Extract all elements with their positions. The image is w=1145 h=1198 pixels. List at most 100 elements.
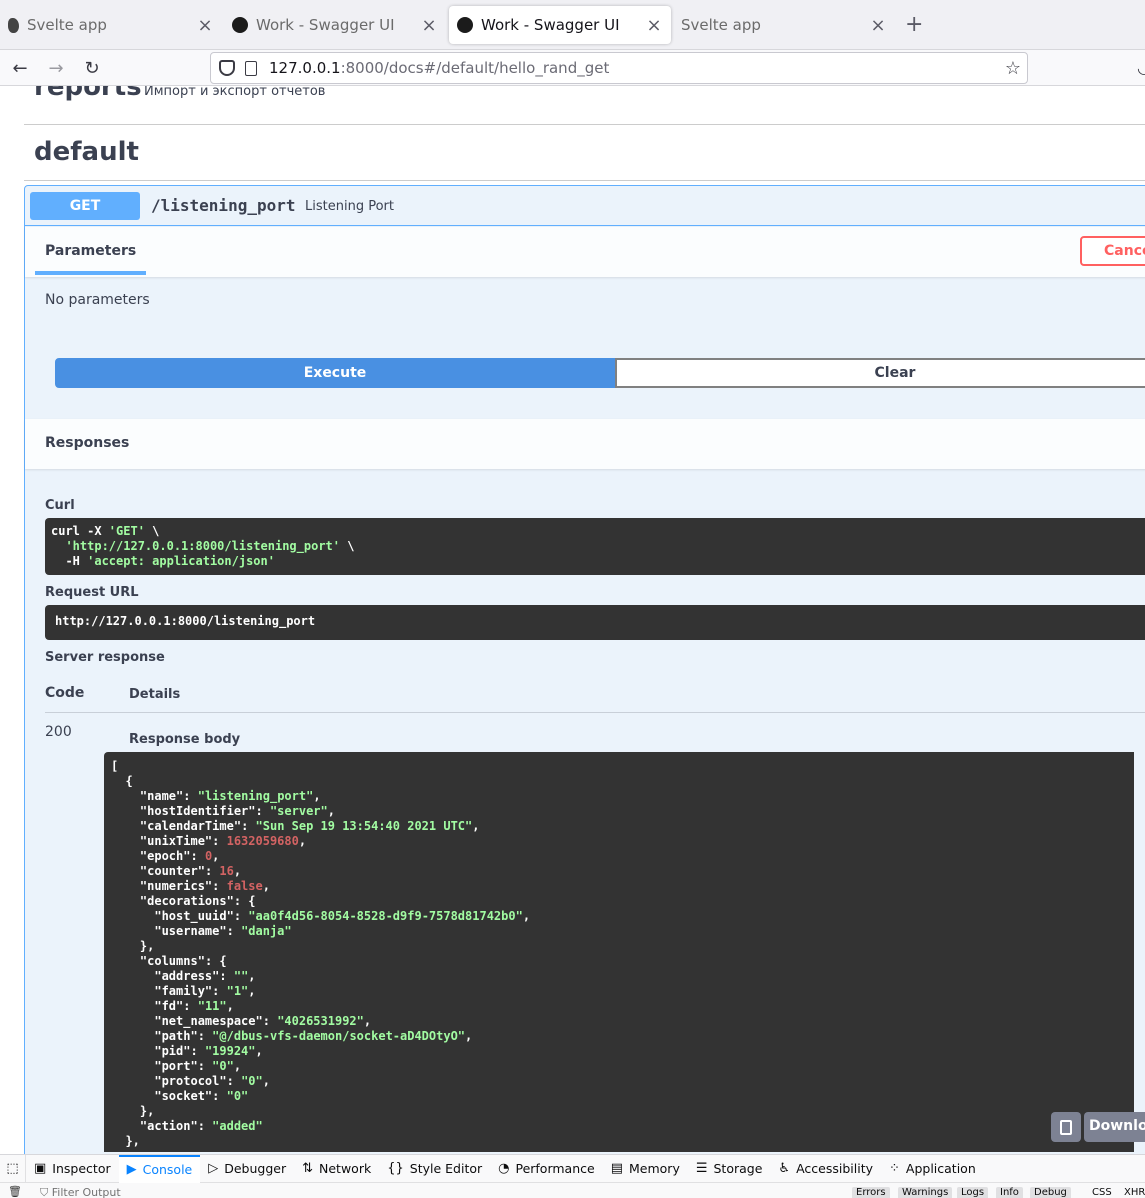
tag-description: Импорт и экспорт отчетов (144, 86, 326, 99)
json-line: "columns": { (139, 954, 227, 968)
json-line: "port": "0", (154, 1059, 242, 1073)
devtools-tab-performance[interactable]: ◔ Performance (490, 1155, 603, 1183)
shield-icon[interactable] (219, 60, 235, 76)
operation-path: /listening_port (151, 196, 296, 215)
browser-tab-2[interactable]: Work - Swagger UI × (224, 6, 446, 44)
tab-title: Svelte app (681, 16, 761, 34)
trash-icon[interactable]: 🗑 (8, 1185, 22, 1198)
network-icon: ⇅ (302, 1161, 314, 1176)
status-code: 200 (45, 724, 72, 740)
filter-errors[interactable]: Errors (852, 1187, 890, 1198)
json-line: "socket": "0" (154, 1089, 249, 1103)
close-icon[interactable]: × (196, 15, 214, 36)
operation-description: Listening Port (305, 199, 394, 214)
execute-button[interactable]: Execute (55, 358, 615, 388)
url-host: 127.0.0.1 (269, 59, 341, 77)
filter-output-input[interactable]: ⛉ Filter Output (40, 1186, 121, 1198)
cancel-button[interactable]: Cance (1080, 236, 1145, 266)
operation-summary[interactable]: GET /listening_port Listening Port (25, 186, 1145, 226)
curl-code-block[interactable]: curl -X 'GET' \ 'http://127.0.0.1:8000/l… (45, 518, 1145, 575)
bookmark-star-icon[interactable]: ☆ (1005, 58, 1021, 79)
json-line: "numerics": false, (139, 879, 270, 893)
request-url-block[interactable]: http://127.0.0.1:8000/listening_port (45, 605, 1145, 640)
element-picker-icon[interactable]: ⬚ (0, 1154, 26, 1183)
close-icon[interactable]: × (645, 15, 663, 36)
filter-logs[interactable]: Logs (957, 1187, 989, 1198)
devtools-tab-network[interactable]: ⇅ Network (294, 1155, 379, 1183)
json-line: { (125, 774, 133, 788)
filter-debug[interactable]: Debug (1030, 1187, 1071, 1198)
devtools-tab-label: Accessibility (796, 1161, 873, 1176)
back-icon[interactable]: ← (8, 56, 32, 80)
url-bar[interactable]: 127.0.0.1:8000/docs#/default/hello_rand_… (210, 52, 1028, 84)
code-column-header: Code (45, 685, 85, 701)
server-response-label: Server response (45, 650, 165, 665)
accessibility-icon: ♿ (778, 1161, 791, 1176)
application-icon: ⁘ (889, 1161, 900, 1176)
devtools-tab-storage[interactable]: ☰ Storage (688, 1155, 771, 1183)
url-text[interactable]: 127.0.0.1:8000/docs#/default/hello_rand_… (269, 59, 609, 77)
json-line: }, (139, 1104, 155, 1118)
devtools-tab-label: Performance (515, 1161, 595, 1176)
debugger-icon: ▷ (208, 1161, 219, 1176)
tag-section-reports[interactable]: reports Импорт и экспорт отчетов (24, 86, 1145, 125)
response-body-code[interactable]: [ { "name": "listening_port", "hostIdent… (104, 752, 1134, 1152)
browser-tab-1[interactable]: Svelte app × (0, 6, 222, 44)
download-button[interactable]: Downlo (1084, 1112, 1145, 1142)
page-icon[interactable] (245, 60, 257, 76)
tab-parameters[interactable]: Parameters (35, 227, 146, 275)
tab-label: Parameters (45, 243, 137, 259)
devtools-tab-debugger[interactable]: ▷ Debugger (200, 1155, 294, 1183)
json-line: [ (111, 759, 119, 773)
response-body-label: Response body (129, 732, 241, 747)
filter-xhr[interactable]: XHR (1124, 1187, 1145, 1198)
storage-icon: ☰ (695, 1161, 708, 1176)
pocket-icon[interactable]: ◡ (1137, 58, 1145, 77)
browser-tab-bar: Svelte app × Work - Swagger UI × Work - … (0, 0, 1145, 50)
json-line: "unixTime": 1632059680, (139, 834, 307, 848)
json-line: "pid": "19924", (154, 1044, 263, 1058)
svelte-icon (8, 17, 19, 33)
filter-info[interactable]: Info (996, 1187, 1023, 1198)
no-parameters-text: No parameters (45, 292, 150, 308)
filter-warnings[interactable]: Warnings (898, 1187, 953, 1198)
devtools-tab-label: Application (905, 1161, 976, 1176)
json-line: "epoch": 0, (139, 849, 220, 863)
request-url-label: Request URL (45, 585, 139, 600)
reload-icon[interactable]: ↻ (80, 56, 104, 80)
json-line: }, (125, 1134, 140, 1148)
console-filter-bar: 🗑 ⛉ Filter Output Errors Warnings Logs I… (0, 1184, 1145, 1198)
devtools-tab-accessibility[interactable]: ♿ Accessibility (770, 1155, 881, 1183)
devtools-tab-label: Network (319, 1161, 372, 1176)
devtools-tab-console[interactable]: ▶ Console (118, 1154, 201, 1183)
bolt-icon (457, 17, 473, 33)
json-line: "fd": "11", (154, 999, 234, 1013)
copy-to-clipboard-button[interactable] (1051, 1112, 1081, 1142)
devtools-tab-inspector[interactable]: ▣ Inspector (26, 1155, 119, 1183)
url-path: :8000/docs#/default/hello_rand_get (340, 59, 610, 77)
new-tab-icon[interactable]: + (905, 12, 923, 37)
devtools-tab-application[interactable]: ⁘ Application (881, 1155, 984, 1183)
filter-css[interactable]: CSS (1092, 1187, 1112, 1198)
tag-section-default[interactable]: default (24, 131, 1145, 181)
json-line: "name": "listening_port", (139, 789, 321, 803)
devtools-tab-label: Memory (629, 1161, 680, 1176)
devtools-panel: ⬚ ▣ Inspector ▶ Console ▷ Debugger ⇅ Network {} S… (0, 1154, 1145, 1198)
curl-line: curl -X 'GET' \ (51, 524, 160, 538)
devtools-tab-style-editor[interactable]: {} Style Editor (379, 1155, 490, 1183)
browser-nav-bar: ← → ↻ 127.0.0.1:8000/docs#/default/hello… (0, 50, 1145, 86)
devtools-tab-memory[interactable]: ▤ Memory (603, 1155, 688, 1183)
forward-icon[interactable]: → (44, 56, 68, 80)
devtools-tab-label: Style Editor (409, 1161, 483, 1176)
devtools-tab-bar: ⬚ ▣ Inspector ▶ Console ▷ Debugger ⇅ Network {} S… (0, 1154, 1145, 1183)
close-icon[interactable]: × (420, 15, 438, 36)
clear-button[interactable]: Clear (615, 358, 1145, 388)
browser-tab-3-active[interactable]: Work - Swagger UI × (449, 6, 671, 44)
json-line: "hostIdentifier": "server", (139, 804, 335, 818)
response-table-header: Code Details (45, 683, 1145, 713)
clipboard-icon (1060, 1119, 1072, 1135)
close-icon[interactable]: × (869, 15, 887, 36)
devtools-tab-label: Debugger (224, 1161, 287, 1176)
json-line: "counter": 16, (139, 864, 242, 878)
browser-tab-4[interactable]: Svelte app × (673, 6, 895, 44)
